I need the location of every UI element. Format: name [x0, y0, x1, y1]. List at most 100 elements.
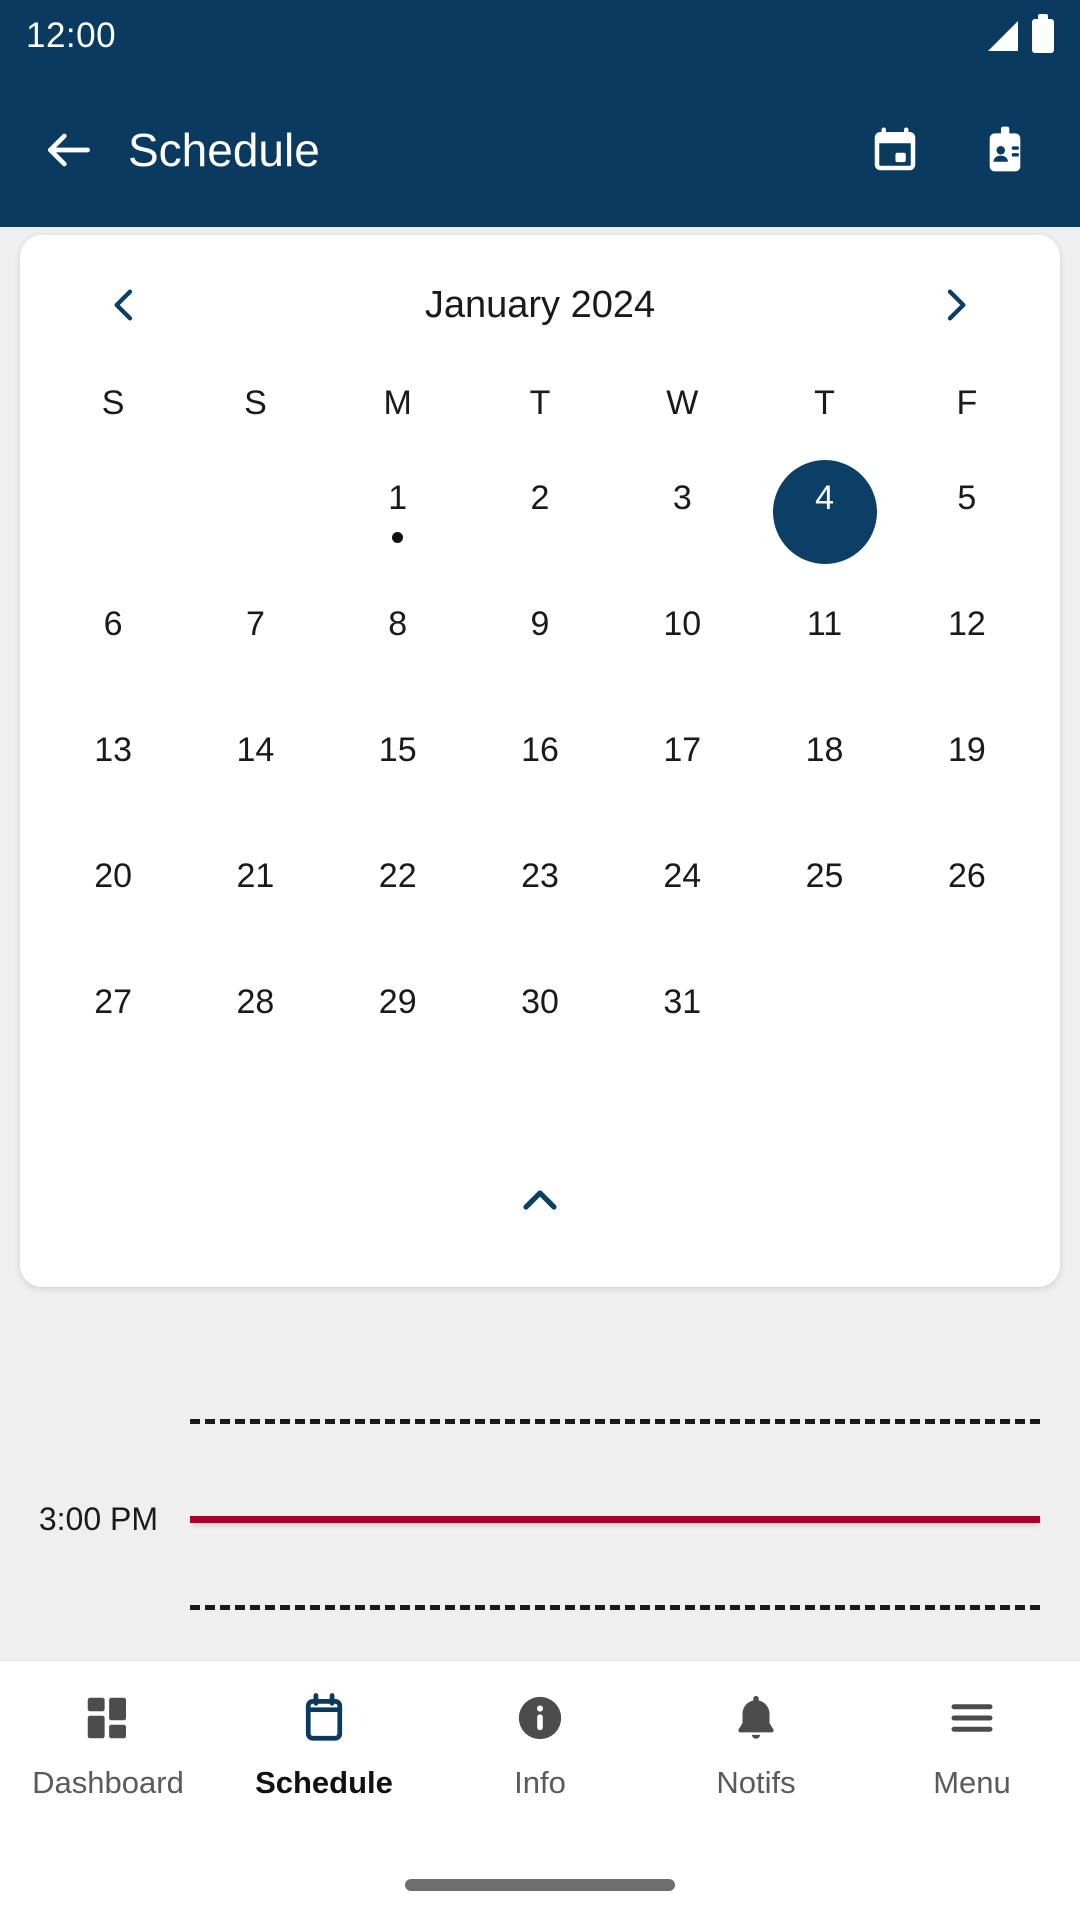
- timeline-current-time-row: 3:00 PM: [0, 1501, 1080, 1538]
- calendar-weekday-3: T: [529, 384, 551, 422]
- app-bar-actions: [866, 121, 1046, 179]
- calendar-day-2[interactable]: 2: [469, 449, 611, 575]
- calendar-day-number: 31: [663, 983, 702, 1021]
- dashboard-grid-icon: [81, 1687, 135, 1749]
- timeline-current-time-line: [190, 1516, 1040, 1523]
- calendar-day-empty: [184, 449, 326, 575]
- calendar-day-1[interactable]: 1: [327, 449, 469, 575]
- info-circle-icon: [513, 1687, 567, 1749]
- calendar-day-number: 14: [236, 731, 275, 769]
- calendar-day-number: 25: [805, 857, 844, 895]
- calendar-day-number: 17: [663, 731, 702, 769]
- calendar-weekday-row: SSMTWTF: [20, 357, 1060, 449]
- calendar-weekday-0: S: [101, 384, 125, 422]
- calendar-day-24[interactable]: 24: [611, 827, 753, 953]
- calendar-day-number: 8: [388, 605, 408, 643]
- calendar-day-number: 27: [94, 983, 133, 1021]
- calendar-day-number: 15: [378, 731, 417, 769]
- calendar-day-11[interactable]: 11: [753, 575, 895, 701]
- calendar-day-15[interactable]: 15: [327, 701, 469, 827]
- calendar-day-16[interactable]: 16: [469, 701, 611, 827]
- calendar-day-14[interactable]: 14: [184, 701, 326, 827]
- calendar-day-number: 13: [94, 731, 133, 769]
- chevron-up-icon[interactable]: [20, 1141, 1060, 1261]
- calendar-day-6[interactable]: 6: [42, 575, 184, 701]
- calendar-day-number: 2: [530, 479, 550, 517]
- event-dot-icon: [392, 532, 404, 543]
- calendar-day-27[interactable]: 27: [42, 953, 184, 1079]
- chevron-right-icon[interactable]: [920, 270, 990, 340]
- calendar-weekday-2: M: [383, 384, 412, 422]
- calendar-day-number: 7: [245, 605, 265, 643]
- nav-item-label: Notifs: [716, 1765, 796, 1800]
- calendar-day-5[interactable]: 5: [896, 449, 1038, 575]
- calendar-day-number: 24: [663, 857, 702, 895]
- calendar-header: January 2024: [20, 253, 1060, 357]
- nav-item-menu[interactable]: Menu: [872, 1687, 1072, 1801]
- id-badge-icon[interactable]: [976, 121, 1034, 179]
- calendar-day-number: 16: [521, 731, 559, 769]
- calendar-weekday-5: T: [814, 384, 835, 422]
- timeline-dashed-line-top: [190, 1419, 1040, 1424]
- calendar-day-number: 12: [947, 605, 986, 643]
- calendar-day-empty: [42, 449, 184, 575]
- calendar-weekday-1: S: [244, 384, 267, 422]
- chevron-left-icon[interactable]: [90, 270, 160, 340]
- calendar-day-number: 11: [806, 605, 843, 643]
- calendar-icon: [297, 1687, 351, 1749]
- calendar-day-7[interactable]: 7: [184, 575, 326, 701]
- calendar-day-4-selected[interactable]: 4: [753, 449, 895, 575]
- calendar-day-29[interactable]: 29: [327, 953, 469, 1079]
- calendar-day-20[interactable]: 20: [42, 827, 184, 953]
- content-area: January 2024 SSMTWTF 1 2 3 4 5 6 7 8 9 10 11 12 13 14…: [0, 227, 1080, 1660]
- phone-screen: 12:00 Schedule January 2024 S S M T W T …: [0, 0, 1080, 1920]
- calendar-weekday-4: W: [666, 384, 699, 422]
- home-gesture-bar[interactable]: [405, 1879, 675, 1891]
- calendar-day-number: 20: [94, 857, 133, 895]
- calendar-day-8[interactable]: 8: [327, 575, 469, 701]
- nav-item-notifs[interactable]: Notifs: [656, 1687, 856, 1801]
- calendar-day-number: 30: [521, 983, 559, 1021]
- nav-item-label: Schedule: [255, 1765, 393, 1800]
- calendar-day-number: 19: [947, 731, 986, 769]
- calendar-card: January 2024 SSMTWTF 1 2 3 4 5 6 7 8 9 10 11 12 13 14…: [20, 235, 1060, 1287]
- calendar-day-12[interactable]: 12: [896, 575, 1038, 701]
- calendar-today-icon[interactable]: [866, 121, 924, 179]
- calendar-day-number: 21: [236, 857, 275, 895]
- nav-item-label: Dashboard: [32, 1765, 184, 1800]
- calendar-day-18[interactable]: 18: [753, 701, 895, 827]
- calendar-day-empty: [896, 953, 1038, 1079]
- calendar-day-26[interactable]: 26: [896, 827, 1038, 953]
- calendar-day-number: 3: [672, 479, 692, 517]
- bell-icon: [729, 1687, 783, 1749]
- nav-item-schedule[interactable]: Schedule: [224, 1687, 424, 1801]
- calendar-day-10[interactable]: 10: [611, 575, 753, 701]
- nav-item-info[interactable]: Info: [440, 1687, 640, 1801]
- calendar-day-23[interactable]: 23: [469, 827, 611, 953]
- calendar-day-17[interactable]: 17: [611, 701, 753, 827]
- calendar-weekday-6: F: [956, 384, 978, 422]
- calendar-day-empty: [753, 953, 895, 1079]
- calendar-day-22[interactable]: 22: [327, 827, 469, 953]
- calendar-day-31[interactable]: 31: [611, 953, 753, 1079]
- nav-item-dashboard[interactable]: Dashboard: [8, 1687, 208, 1801]
- calendar-day-28[interactable]: 28: [184, 953, 326, 1079]
- nav-item-label: Info: [514, 1765, 566, 1800]
- status-bar-icons: [988, 14, 1054, 53]
- calendar-day-19[interactable]: 19: [896, 701, 1038, 827]
- calendar-day-13[interactable]: 13: [42, 701, 184, 827]
- calendar-day-9[interactable]: 9: [469, 575, 611, 701]
- calendar-days-grid: 1 2 3 4 5 6 7 8 9 10 11 12 13 14 15 16 17 18 19 20 21 22 23 24 2…: [20, 449, 1060, 1079]
- calendar-day-number: 4: [815, 479, 835, 517]
- calendar-day-3[interactable]: 3: [611, 449, 753, 575]
- calendar-day-number: 22: [378, 857, 417, 895]
- calendar-day-25[interactable]: 25: [753, 827, 895, 953]
- arrow-left-icon[interactable]: [34, 115, 104, 185]
- gesture-bar-area: [0, 1850, 1080, 1920]
- page-title: Schedule: [128, 123, 320, 176]
- calendar-day-30[interactable]: 30: [469, 953, 611, 1079]
- calendar-month-title: January 2024: [424, 283, 656, 326]
- day-timeline: 3:00 PM: [0, 1407, 1080, 1627]
- calendar-day-number: 26: [947, 857, 986, 895]
- calendar-day-21[interactable]: 21: [184, 827, 326, 953]
